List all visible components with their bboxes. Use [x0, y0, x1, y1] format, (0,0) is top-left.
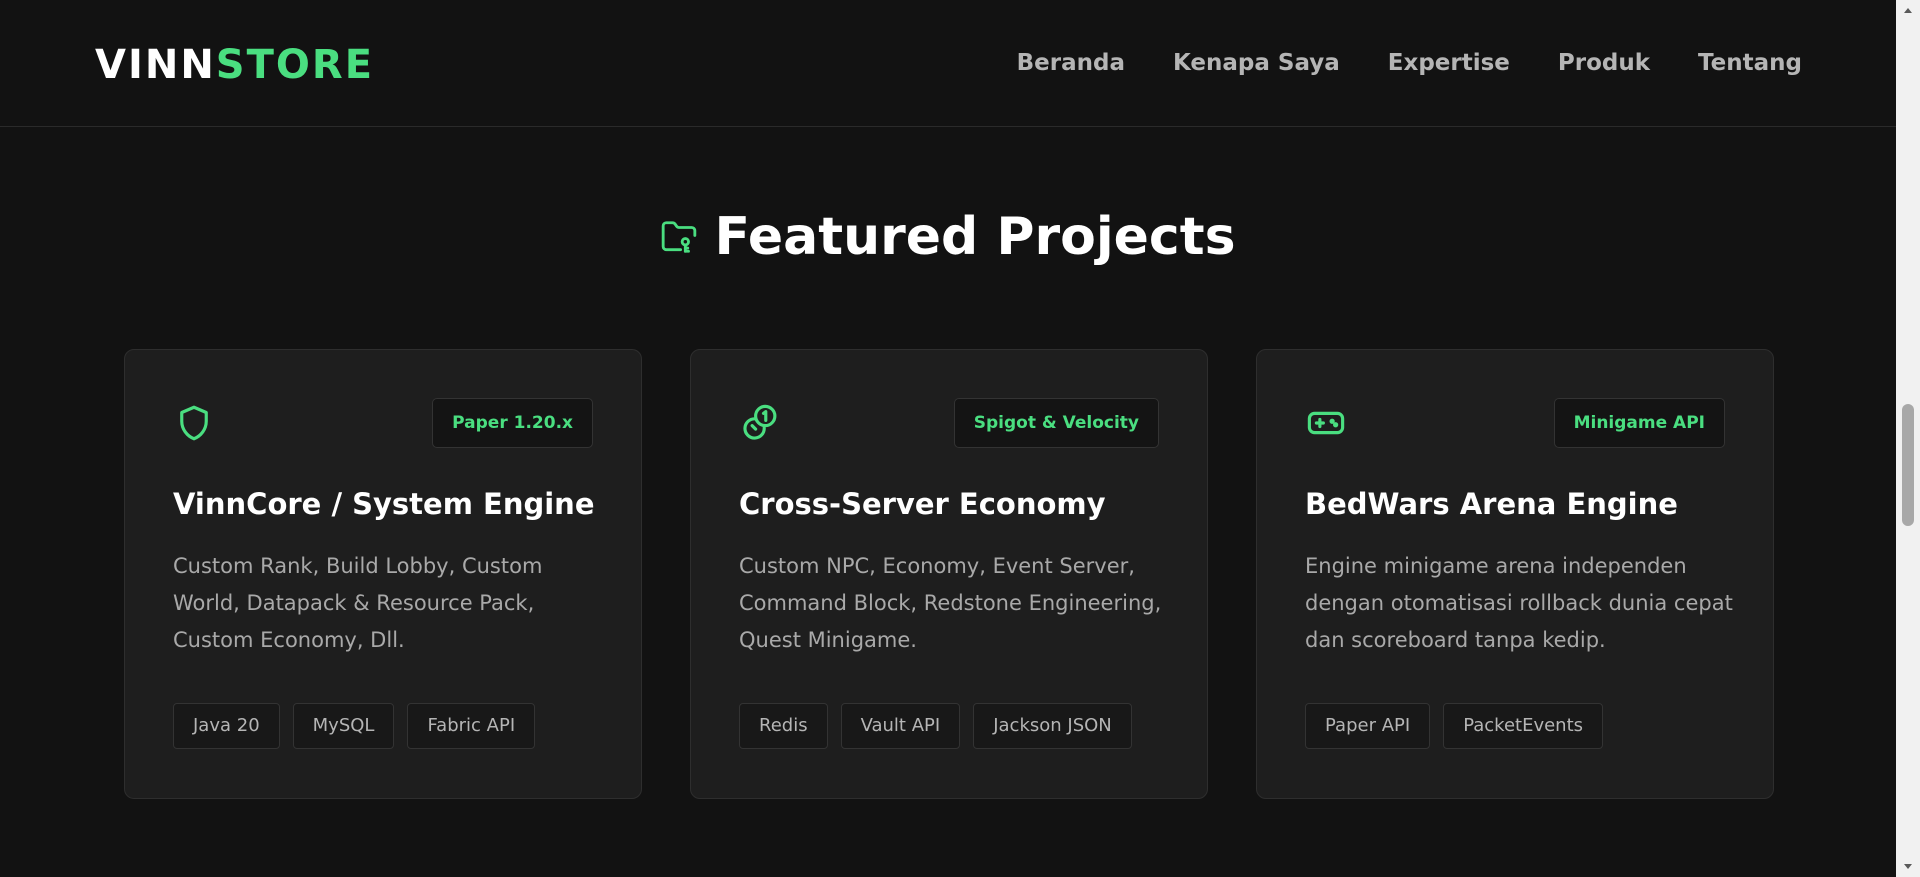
- project-card[interactable]: Paper 1.20.x VinnCore / System Engine Cu…: [124, 349, 642, 799]
- scroll-up-arrow-icon[interactable]: [1904, 8, 1912, 13]
- tech-tag: Redis: [739, 703, 828, 749]
- card-description: Custom NPC, Economy, Event Server, Comma…: [739, 554, 1162, 652]
- tech-tags: Redis Vault API Jackson JSON: [739, 703, 1132, 749]
- site-header: VINNSTORE Beranda Kenapa Saya Expertise …: [0, 0, 1896, 127]
- tech-tag: Vault API: [840, 703, 961, 749]
- tech-tag: Paper API: [1305, 703, 1431, 749]
- tech-tags: Java 20 MySQL Fabric API: [173, 703, 536, 749]
- card-header: Paper 1.20.x: [173, 398, 593, 448]
- page: VINNSTORE Beranda Kenapa Saya Expertise …: [0, 0, 1920, 877]
- version-badge: Spigot & Velocity: [953, 398, 1159, 448]
- card-title: BedWars Arena Engine: [1305, 487, 1678, 521]
- version-badge: Paper 1.20.x: [432, 398, 593, 448]
- nav-link-produk[interactable]: Produk: [1558, 48, 1650, 78]
- main-nav: Beranda Kenapa Saya Expertise Produk Ten…: [1017, 48, 1802, 78]
- section-title: Featured Projects: [714, 207, 1236, 267]
- nav-link-tentang[interactable]: Tentang: [1698, 48, 1802, 78]
- card-description: Engine minigame arena independen dengan …: [1305, 554, 1733, 652]
- card-header: Spigot & Velocity: [739, 398, 1159, 448]
- page-scrollbar[interactable]: [1896, 0, 1920, 877]
- scrollbar-thumb[interactable]: [1902, 404, 1914, 526]
- tech-tag: MySQL: [292, 703, 395, 749]
- card-header: Minigame API: [1305, 398, 1725, 448]
- tech-tags: Paper API PacketEvents: [1305, 703, 1604, 749]
- nav-link-expertise[interactable]: Expertise: [1388, 48, 1510, 78]
- shield-icon: [173, 402, 215, 444]
- coins-icon: [739, 402, 781, 444]
- nav-link-beranda[interactable]: Beranda: [1017, 48, 1125, 78]
- tech-tag: PacketEvents: [1443, 703, 1604, 749]
- project-card[interactable]: Spigot & Velocity Cross-Server Economy C…: [690, 349, 1208, 799]
- brand-logo[interactable]: VINNSTORE: [95, 40, 374, 90]
- card-title: Cross-Server Economy: [739, 487, 1106, 521]
- folder-key-icon: [660, 218, 698, 256]
- project-cards: Paper 1.20.x VinnCore / System Engine Cu…: [124, 349, 1774, 799]
- brand-logo-part2: STORE: [215, 42, 375, 88]
- section-heading: Featured Projects: [0, 205, 1896, 269]
- brand-logo-part1: VINN: [95, 42, 216, 88]
- card-title: VinnCore / System Engine: [173, 487, 595, 521]
- tech-tag: Jackson JSON: [973, 703, 1132, 749]
- gamepad-icon: [1305, 402, 1347, 444]
- project-card[interactable]: Minigame API BedWars Arena Engine Engine…: [1256, 349, 1774, 799]
- tech-tag: Fabric API: [407, 703, 536, 749]
- version-badge: Minigame API: [1553, 398, 1725, 448]
- scroll-down-arrow-icon[interactable]: [1904, 864, 1912, 869]
- card-description: Custom Rank, Build Lobby, Custom World, …: [173, 554, 543, 652]
- nav-link-kenapa-saya[interactable]: Kenapa Saya: [1173, 48, 1340, 78]
- tech-tag: Java 20: [173, 703, 280, 749]
